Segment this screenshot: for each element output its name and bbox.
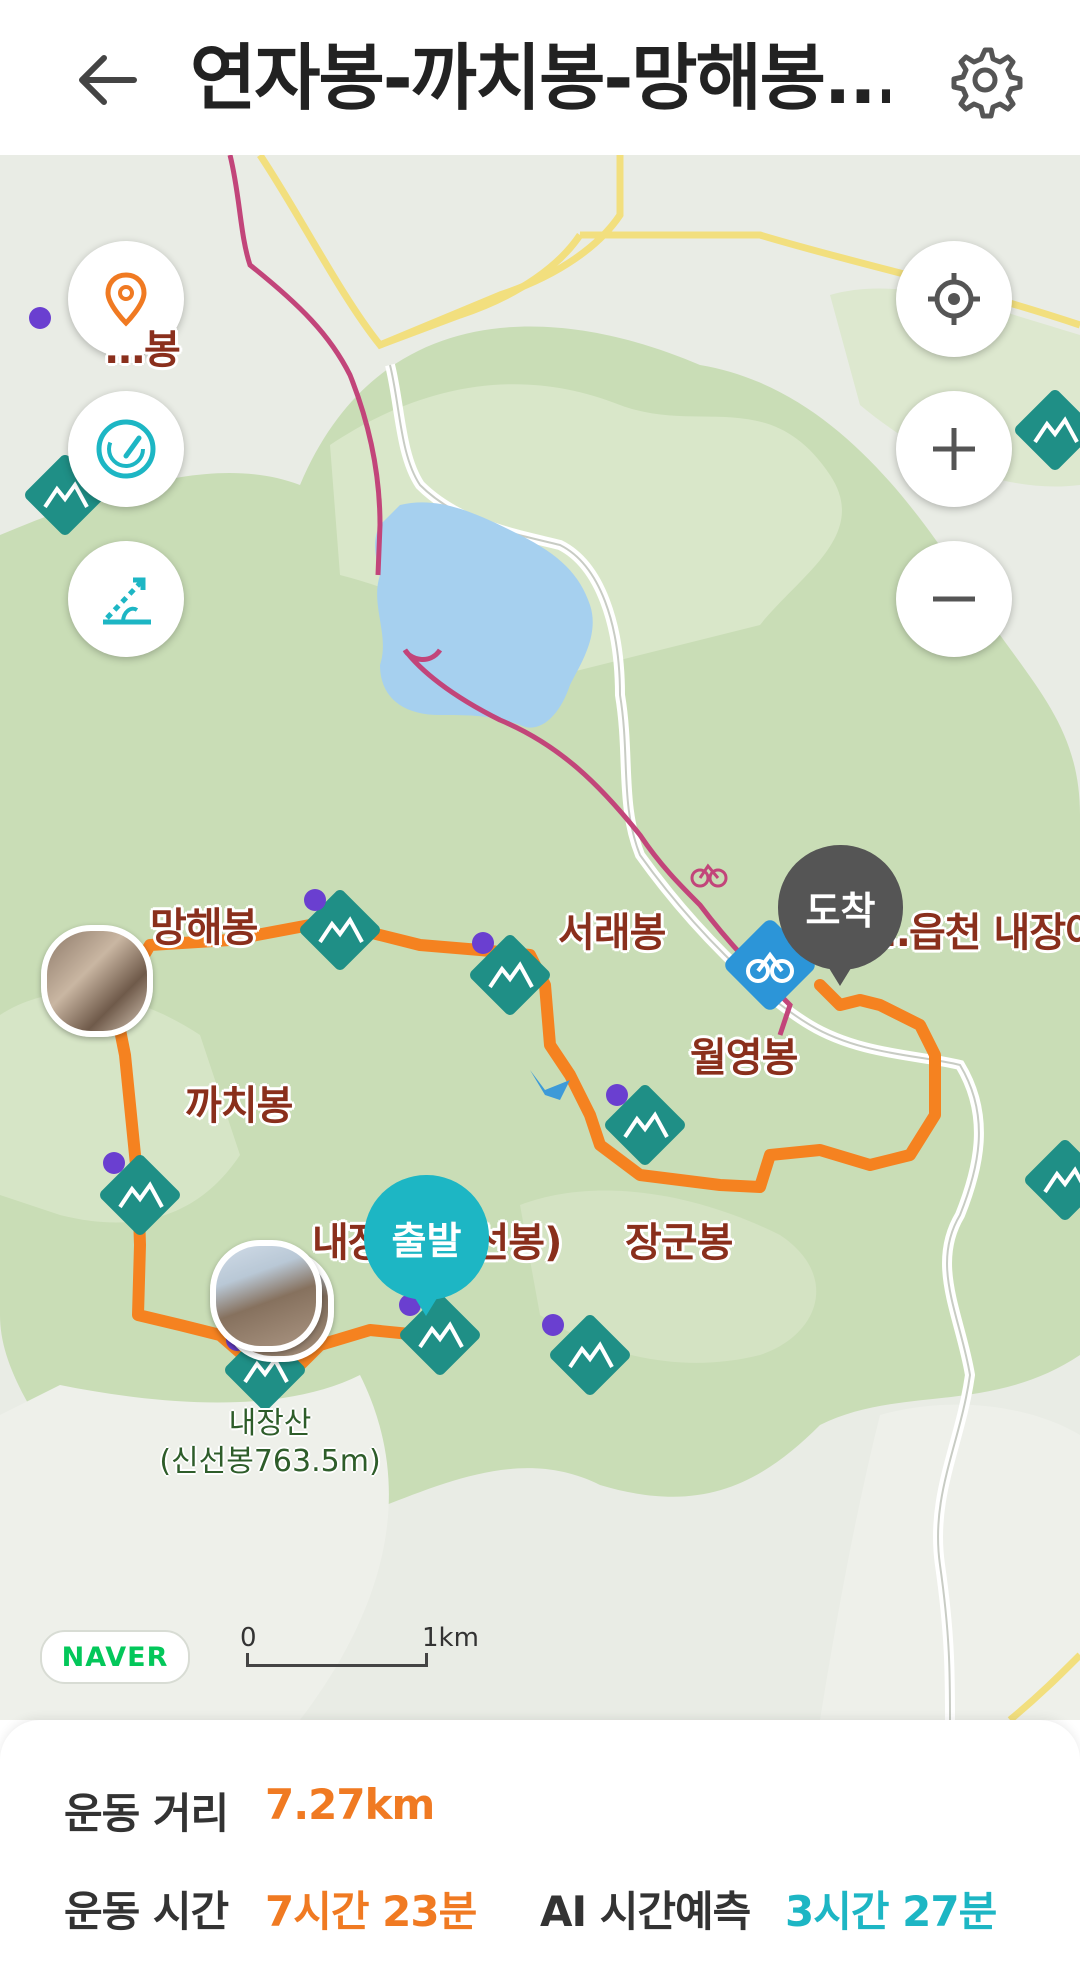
slope-button[interactable]: [68, 541, 184, 657]
slope-icon: [103, 577, 151, 625]
ai-time-label: AI 시간예측: [540, 1887, 751, 1936]
peak-detail-elevation: (신선봉763.5m): [159, 1444, 381, 1479]
photo-pin[interactable]: [210, 1240, 322, 1352]
scale-end: 1km: [422, 1623, 479, 1653]
my-location-button[interactable]: [896, 241, 1012, 357]
scale-start: 0: [240, 1623, 257, 1653]
stats-panel: 운동 거리 7.27km 운동 시간 7시간 23분 AI 시간예측 3시간 2…: [0, 1720, 1080, 1978]
peak-detail-label: 내장산 (신선봉763.5m): [150, 1405, 390, 1481]
time-value: 7시간 23분: [265, 1887, 477, 1936]
peak-detail-name: 내장산: [228, 1406, 312, 1441]
app-header: 연자봉-까치봉-망해봉...: [0, 0, 1080, 155]
zoom-out-button[interactable]: [896, 541, 1012, 657]
ai-time-value: 3시간 27분: [785, 1887, 997, 1936]
time-label: 운동 시간: [64, 1887, 229, 1936]
scale-bar: [246, 1653, 428, 1667]
map-scale: 0 1km: [240, 1623, 479, 1683]
speedometer-button[interactable]: [68, 391, 184, 507]
zoom-out-icon: [933, 596, 975, 602]
speedometer-icon: [96, 419, 156, 479]
peak-label[interactable]: 까치봉: [185, 1073, 293, 1131]
start-marker-tail: [410, 1290, 442, 1316]
peak-label[interactable]: 망해봉: [150, 895, 258, 953]
end-marker-tail: [824, 960, 856, 986]
zoom-in-icon: [933, 428, 975, 470]
settings-button[interactable]: [945, 40, 1025, 120]
peak-label[interactable]: 장군봉: [625, 1210, 733, 1268]
distance-label: 운동 거리: [64, 1789, 229, 1838]
zoom-in-button[interactable]: [896, 391, 1012, 507]
peak-label[interactable]: 월영봉: [690, 1025, 798, 1083]
arrow-left-icon: [79, 55, 137, 105]
end-marker[interactable]: 도착: [778, 845, 903, 970]
start-marker[interactable]: 출발: [364, 1175, 489, 1300]
distance-value: 7.27km: [265, 1780, 435, 1829]
naver-logo: NAVER: [40, 1630, 190, 1684]
my-location-icon: [928, 273, 980, 325]
photo-pin[interactable]: [41, 925, 153, 1037]
page-title: 연자봉-까치봉-망해봉...: [190, 36, 890, 120]
gear-icon: [951, 47, 1023, 119]
map-view[interactable]: …봉 망해봉 서래봉 월영봉 까치봉 내장산(신선봉) 장군봉 …읍천 내장아 …: [0, 155, 1080, 1720]
peak-label[interactable]: 서래봉: [558, 900, 666, 958]
peak-label[interactable]: …봉: [105, 317, 181, 375]
back-button[interactable]: [70, 40, 150, 120]
